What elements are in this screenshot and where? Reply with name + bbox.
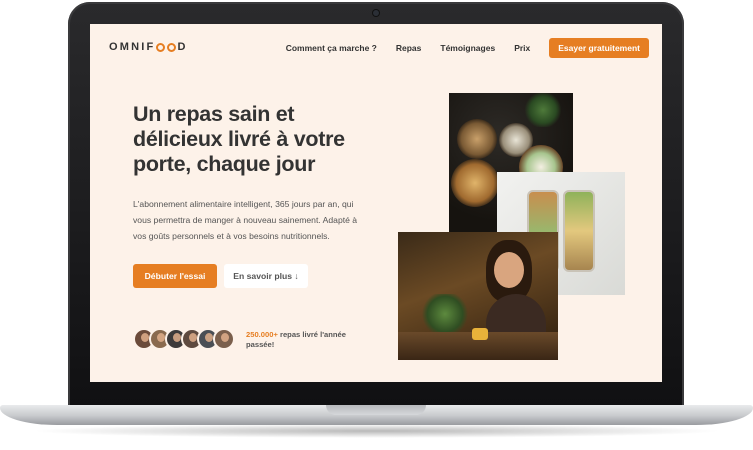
hero-image-woman-eating [398, 232, 558, 360]
face-image [494, 252, 524, 288]
website-screen: OMNIF D Comment ça marche ? Repas Témoig… [90, 24, 662, 382]
laptop-shadow [30, 424, 723, 438]
start-trial-button[interactable]: Débuter l'essai [133, 264, 217, 288]
meal-box-image [563, 190, 595, 272]
hero-title: Un repas sain et délicieux livré à votre… [133, 102, 345, 176]
hero-description: L'abonnement alimentaire intelligent, 36… [133, 199, 358, 241]
meals-delivered-text: 250.000+ repas livré l'année passée! [246, 330, 356, 349]
main-nav: Comment ça marche ? Repas Témoignages Pr… [286, 38, 649, 58]
try-free-button[interactable]: Esayer gratuitement [549, 38, 649, 58]
plant-image [420, 294, 470, 334]
customer-avatars [133, 328, 235, 350]
avatar [213, 328, 235, 350]
omnifood-logo[interactable]: OMNIF D [109, 41, 188, 53]
cup-image [472, 328, 488, 340]
logo-text-suffix: D [177, 41, 188, 53]
bowl-image [451, 159, 499, 207]
camera-icon [373, 10, 379, 16]
nav-pricing[interactable]: Prix [514, 43, 530, 53]
logo-text-prefix: OMNIF [109, 41, 156, 53]
plant-image [523, 93, 563, 127]
logo-ring-icon [156, 42, 166, 52]
meals-delivered-count: 250.000+ [246, 330, 278, 339]
logo-ring-icon [167, 42, 177, 52]
bowl-image [457, 119, 497, 159]
nav-testimonials[interactable]: Témoignages [440, 43, 495, 53]
laptop-notch [326, 405, 426, 415]
nav-meals[interactable]: Repas [396, 43, 422, 53]
learn-more-button[interactable]: En savoir plus ↓ [224, 264, 308, 288]
nav-how-it-works[interactable]: Comment ça marche ? [286, 43, 377, 53]
